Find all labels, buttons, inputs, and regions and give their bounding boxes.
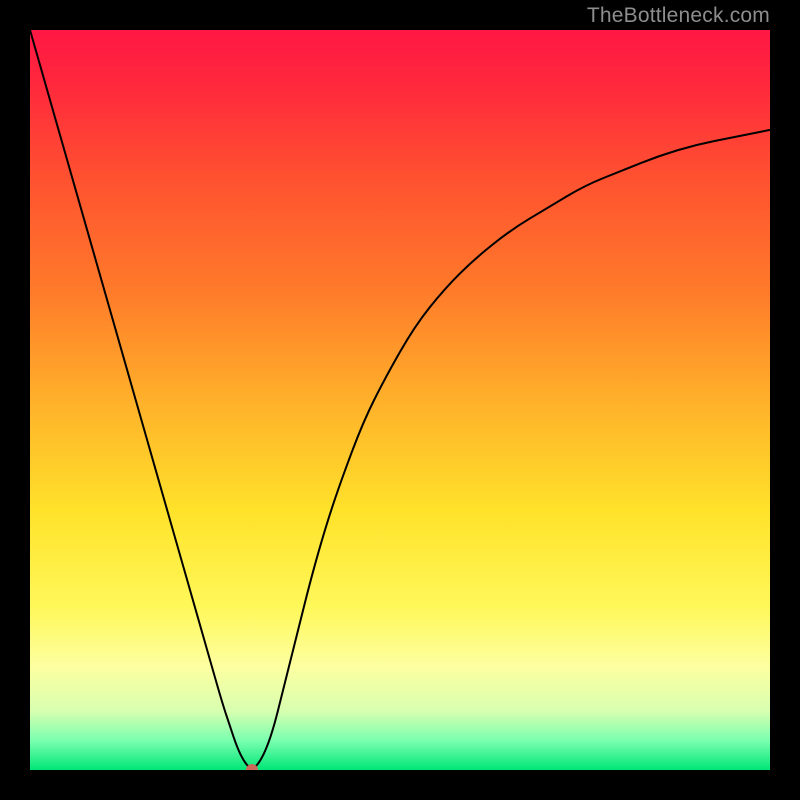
chart-frame [30,30,770,770]
chart-background [30,30,770,770]
bottleneck-chart [30,30,770,770]
watermark-text: TheBottleneck.com [587,4,770,28]
